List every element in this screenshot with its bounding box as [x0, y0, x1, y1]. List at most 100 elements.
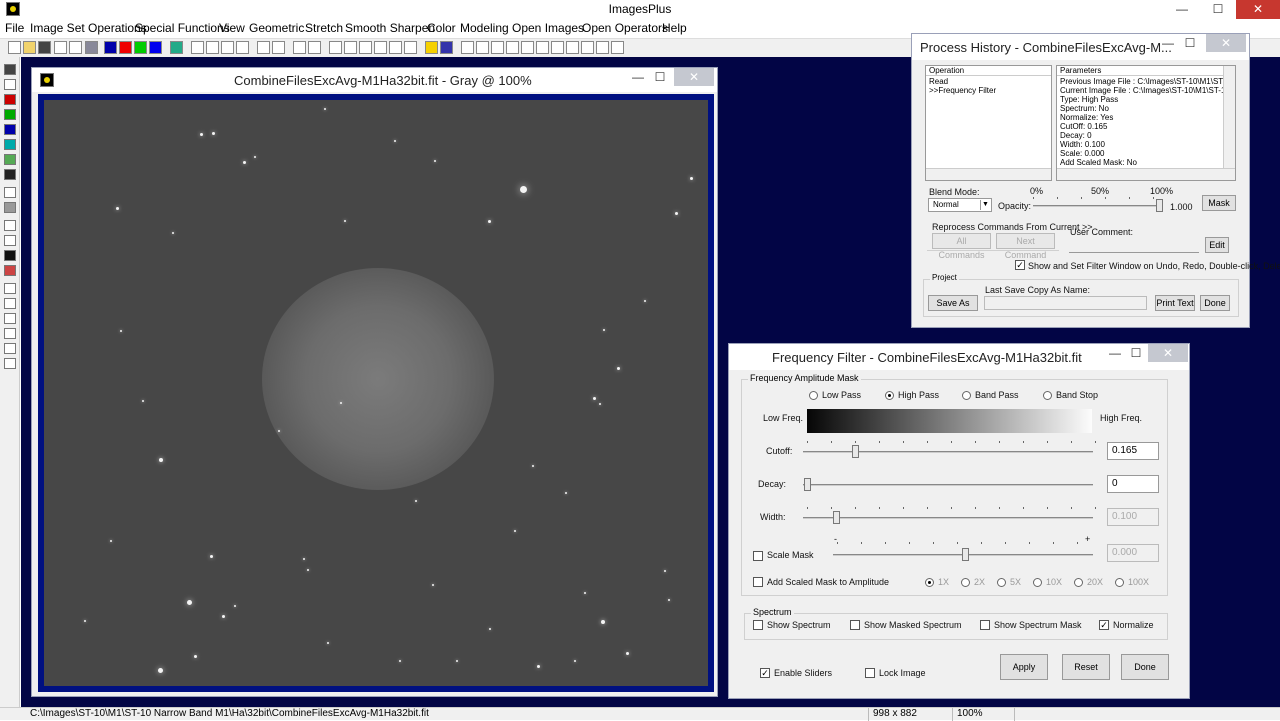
add-scaled-mask-checkbox[interactable] — [753, 577, 763, 587]
image-maximize-button[interactable]: ☐ — [652, 68, 668, 88]
width-slider-thumb[interactable] — [833, 511, 840, 524]
save-tool-icon[interactable] — [4, 64, 16, 75]
tile-icon[interactable] — [581, 41, 594, 54]
mask-button[interactable]: Mask — [1202, 195, 1236, 211]
move-arrows-icon[interactable] — [4, 283, 16, 294]
green-tool-icon[interactable] — [4, 109, 16, 120]
plus-icon[interactable] — [359, 41, 372, 54]
rect-red-icon[interactable] — [4, 265, 16, 276]
menu-color[interactable]: Color — [427, 21, 456, 35]
menu-view[interactable]: View — [219, 21, 245, 35]
enable-sliders-checkbox[interactable]: ✓ — [760, 668, 770, 678]
image-tools-icon[interactable] — [404, 41, 417, 54]
zoom-in-icon[interactable] — [461, 41, 474, 54]
black-tool-icon[interactable] — [4, 169, 16, 180]
blue-dot-icon[interactable] — [257, 41, 270, 54]
zoom-window-icon[interactable] — [521, 41, 534, 54]
menu-image-set-operations[interactable]: Image Set Operations — [30, 21, 147, 35]
operation-item[interactable]: >>Frequency Filter — [926, 86, 1051, 95]
filter-minimize-button[interactable]: — — [1107, 344, 1123, 364]
select-box-icon[interactable] — [4, 220, 16, 231]
all-commands-button[interactable]: All Commands — [932, 233, 991, 260]
menu-file[interactable]: File — [5, 21, 24, 35]
width-field[interactable]: 0.100 — [1107, 508, 1159, 526]
rotate-left-icon[interactable] — [4, 328, 16, 339]
mult-5x-radio[interactable] — [997, 578, 1006, 587]
mult-20x-radio[interactable] — [1074, 578, 1083, 587]
ruler-icon[interactable] — [440, 41, 453, 54]
triangle-icon[interactable] — [329, 41, 342, 54]
operation-hscrollbar[interactable] — [926, 168, 1051, 180]
parameters-list[interactable]: Parameters Previous Image File : C:\Imag… — [1056, 65, 1236, 181]
apply-button[interactable]: Apply — [1000, 654, 1048, 680]
arrow-up-icon[interactable] — [4, 298, 16, 309]
history-done-button[interactable]: Done — [1200, 295, 1230, 311]
menu-stretch[interactable]: Stretch — [305, 21, 343, 35]
menu-modeling[interactable]: Modeling — [460, 21, 509, 35]
history-minimize-button[interactable]: — — [1160, 34, 1176, 54]
undo-all-icon[interactable] — [221, 41, 234, 54]
cyan-tool-icon[interactable] — [4, 139, 16, 150]
green-half-icon[interactable] — [4, 154, 16, 165]
reset-button[interactable]: Reset — [1062, 654, 1110, 680]
cutoff-slider-thumb[interactable] — [851, 445, 859, 458]
decay-field[interactable]: 0 — [1107, 475, 1159, 493]
pencil-icon[interactable] — [425, 41, 438, 54]
edit-button[interactable]: Edit — [1205, 237, 1229, 253]
image-minimize-button[interactable]: — — [630, 68, 646, 88]
histogram-icon[interactable] — [308, 41, 321, 54]
menu-open-operators[interactable]: Open Operators — [582, 21, 668, 35]
last-save-name-field[interactable] — [984, 296, 1147, 310]
band-stop-radio[interactable] — [1043, 391, 1052, 400]
filter-done-button[interactable]: Done — [1121, 654, 1169, 680]
open-folder-icon[interactable] — [23, 41, 36, 54]
dotted-line-icon[interactable] — [293, 41, 306, 54]
zoom-out-icon[interactable] — [476, 41, 489, 54]
cutoff-field[interactable]: 0.165 — [1107, 442, 1159, 460]
menu-geometric[interactable]: Geometric — [249, 21, 304, 35]
low-pass-radio[interactable] — [809, 391, 818, 400]
opacity-slider-thumb[interactable] — [1156, 199, 1163, 212]
undo-icon[interactable] — [191, 41, 204, 54]
scale-slider-thumb[interactable] — [962, 548, 969, 561]
maximize-button[interactable]: ☐ — [1200, 0, 1236, 19]
cutoff-slider-track[interactable] — [803, 451, 1093, 453]
window-icon[interactable] — [551, 41, 564, 54]
mult-100x-radio[interactable] — [1115, 578, 1124, 587]
gradient-tool-icon[interactable] — [4, 202, 16, 213]
arrow-right-icon[interactable] — [4, 313, 16, 324]
blue-tool-icon[interactable] — [4, 124, 16, 135]
save-as-button[interactable]: Save As — [928, 295, 978, 311]
mult-2x-radio[interactable] — [961, 578, 970, 587]
redo-icon[interactable] — [206, 41, 219, 54]
close-button[interactable]: ✕ — [1236, 0, 1280, 19]
normalize-checkbox[interactable]: ✓ — [1099, 620, 1109, 630]
astro-image[interactable] — [44, 100, 708, 686]
red-dot-icon[interactable] — [272, 41, 285, 54]
history-maximize-button[interactable]: ☐ — [1182, 34, 1198, 54]
grid-icon[interactable] — [170, 41, 183, 54]
decay-slider-thumb[interactable] — [804, 478, 811, 491]
red-tool-icon[interactable] — [4, 94, 16, 105]
show-spectrum-mask-checkbox[interactable] — [980, 620, 990, 630]
blend-mode-select[interactable]: Normal ▼ — [928, 198, 992, 212]
crosshair-icon[interactable] — [374, 41, 387, 54]
cascade-icon[interactable] — [566, 41, 579, 54]
filter-close-button[interactable]: ✕ — [1148, 344, 1188, 362]
rgb-channels-icon[interactable] — [104, 41, 117, 54]
zoom-fit-icon[interactable] — [491, 41, 504, 54]
dot-box-icon[interactable] — [611, 41, 624, 54]
blue-channel-icon[interactable] — [149, 41, 162, 54]
menu-help[interactable]: Help — [662, 21, 687, 35]
tile-vertical-icon[interactable] — [596, 41, 609, 54]
zoom-actual-icon[interactable] — [506, 41, 519, 54]
corner-icon[interactable] — [344, 41, 357, 54]
operation-item[interactable]: Read — [926, 77, 1051, 86]
user-comment-input[interactable] — [1069, 239, 1199, 253]
scale-mask-checkbox[interactable] — [753, 551, 763, 561]
rotate-right-icon[interactable] — [4, 343, 16, 354]
flip-icon[interactable] — [4, 358, 16, 369]
band-pass-radio[interactable] — [962, 391, 971, 400]
menu-open-images[interactable]: Open Images — [512, 21, 584, 35]
circle-tool-icon[interactable] — [4, 187, 16, 198]
